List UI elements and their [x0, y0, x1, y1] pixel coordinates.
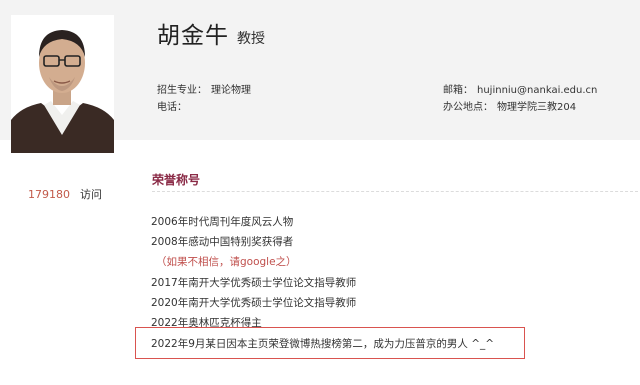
honor-note: （如果不相信，请google之） — [156, 256, 297, 268]
honor-item: 2006年时代周刊年度风云人物 — [151, 216, 294, 228]
honor-item: 2020年南开大学优秀硕士学位论文指导教师 — [151, 297, 357, 309]
major-label: 招生专业： — [157, 85, 207, 96]
major-value: 理论物理 — [211, 85, 251, 96]
info-phone: 电话： — [157, 101, 191, 115]
honors-section-title: 荣誉称号 — [152, 173, 201, 187]
visit-count: 179180 — [28, 188, 70, 201]
honor-item: 2008年感动中国特别奖获得者 — [151, 236, 294, 248]
honor-item: 2017年南开大学优秀硕士学位论文指导教师 — [151, 277, 357, 289]
office-label: 办公地点： — [443, 102, 493, 113]
office-value: 物理学院三教204 — [497, 102, 577, 113]
visit-label: 访问 — [80, 188, 102, 201]
profile-academic-title: 教授 — [237, 31, 265, 47]
profile-name: 胡金牛 — [157, 23, 229, 49]
section-divider — [152, 191, 638, 192]
info-major: 招生专业： 理论物理 — [157, 84, 251, 98]
info-office: 办公地点： 物理学院三教204 — [443, 101, 576, 115]
email-label: 邮箱： — [443, 85, 473, 96]
phone-label: 电话： — [157, 102, 187, 113]
visit-counter: 179180 访问 — [28, 186, 102, 202]
highlight-box — [135, 327, 525, 359]
profile-name-block: 胡金牛 教授 — [157, 16, 265, 52]
profile-photo — [11, 15, 114, 153]
email-value[interactable]: hujinniu@nankai.edu.cn — [477, 85, 597, 96]
info-email: 邮箱： hujinniu@nankai.edu.cn — [443, 84, 597, 98]
